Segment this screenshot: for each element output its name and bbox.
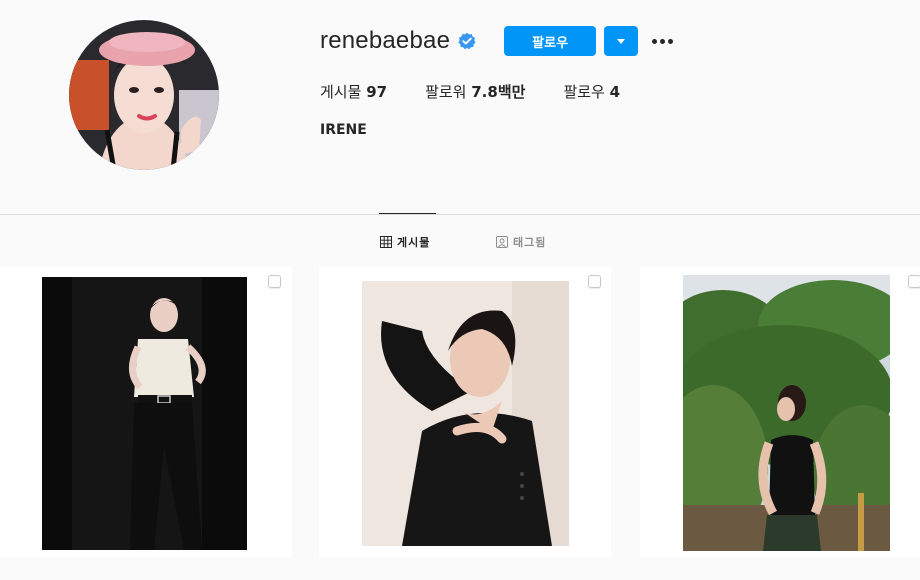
profile-page: renebaebae 팔로우 게시물 97 팔로워 7.8백만 팔로우 4 IR…	[0, 0, 920, 580]
follow-button[interactable]: 팔로우	[504, 26, 597, 56]
more-options-button[interactable]	[652, 26, 674, 56]
dot-icon	[660, 38, 666, 44]
followers-count[interactable]: 팔로워 7.8백만	[425, 81, 525, 102]
select-checkbox[interactable]	[268, 275, 281, 288]
select-checkbox[interactable]	[588, 275, 601, 288]
profile-avatar[interactable]	[69, 20, 219, 170]
following-value: 4	[609, 83, 621, 101]
tab-posts[interactable]: 게시물	[380, 234, 430, 250]
profile-stats: 게시물 97 팔로워 7.8백만 팔로우 4	[320, 81, 658, 102]
following-count[interactable]: 팔로우 4	[563, 81, 620, 102]
post-photo	[362, 281, 569, 546]
full-name: IRENE	[320, 122, 367, 138]
dot-icon	[668, 38, 674, 44]
post-photo	[683, 275, 890, 551]
post-card[interactable]	[640, 266, 920, 558]
tab-tagged[interactable]: 태그됨	[496, 234, 546, 250]
following-label: 팔로우	[563, 83, 605, 101]
profile-info: renebaebae 팔로우 게시물 97 팔로워 7.8백만 팔로우 4 IR…	[320, 26, 674, 138]
active-tab-indicator	[379, 213, 436, 214]
posts-label: 게시물	[320, 83, 362, 101]
followers-value: 7.8백만	[471, 83, 526, 101]
username: renebaebae	[320, 27, 451, 54]
section-divider	[0, 214, 920, 215]
select-checkbox[interactable]	[908, 275, 920, 288]
followers-label: 팔로워	[425, 83, 467, 101]
grid-icon	[380, 236, 392, 248]
dot-icon	[652, 38, 658, 44]
post-card[interactable]	[319, 266, 611, 558]
profile-title-row: renebaebae 팔로우	[320, 26, 674, 56]
tagged-icon	[496, 236, 508, 248]
avatar-photo	[69, 20, 219, 170]
tab-posts-label: 게시물	[397, 236, 431, 249]
verified-badge-icon	[458, 32, 476, 50]
post-card[interactable]	[0, 266, 292, 558]
posts-count: 게시물 97	[320, 81, 387, 102]
post-photo	[42, 277, 247, 550]
posts-value: 97	[366, 83, 388, 101]
tab-tagged-label: 태그됨	[513, 236, 547, 249]
caret-down-icon	[617, 38, 626, 44]
suggested-accounts-dropdown-button[interactable]	[604, 26, 639, 56]
